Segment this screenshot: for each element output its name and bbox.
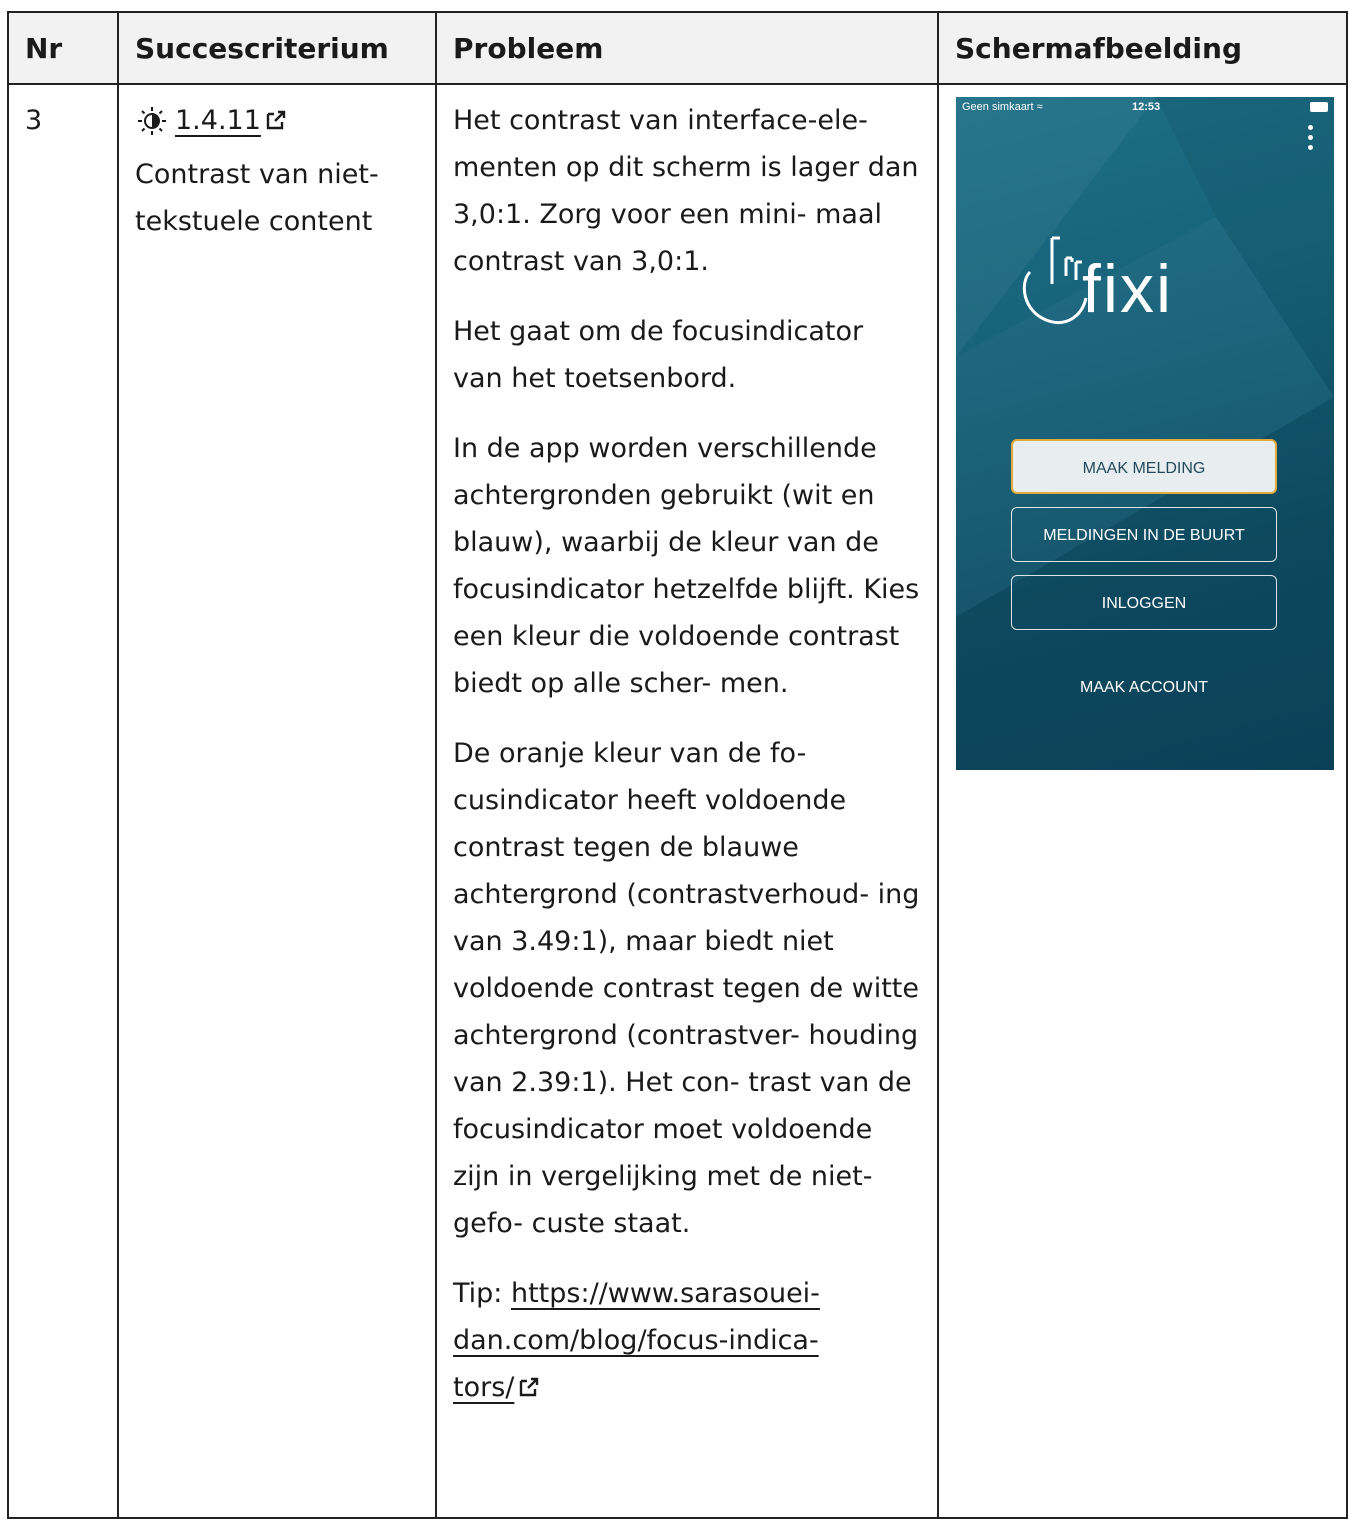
- header-criterion: Succescriterium: [117, 11, 437, 85]
- header-problem: Probleem: [435, 11, 939, 85]
- maak-account-link[interactable]: MAAK ACCOUNT: [1011, 664, 1277, 711]
- external-link-icon: [266, 110, 286, 130]
- cell-screenshot: Geen simkaart ≈ 12:53 fixi MAAK MELDING …: [937, 83, 1348, 1519]
- more-menu-icon[interactable]: [1308, 125, 1314, 155]
- app-screenshot: Geen simkaart ≈ 12:53 fixi MAAK MELDING …: [956, 97, 1334, 770]
- header-nr: Nr: [7, 11, 119, 85]
- carrier-label: Geen simkaart ≈: [962, 101, 1043, 113]
- tip-label: Tip:: [453, 1278, 511, 1309]
- maak-melding-button[interactable]: MAAK MELDING: [1011, 439, 1277, 494]
- logo-text: fixi: [1082, 251, 1174, 327]
- wifi-icon: ≈: [1036, 101, 1043, 113]
- problem-paragraph-1: Het contrast van interface-ele- menten o…: [453, 105, 919, 277]
- status-time: 12:53: [1132, 101, 1161, 113]
- cell-nr: 3: [7, 83, 119, 1519]
- row-number: 3: [25, 105, 43, 136]
- cell-criterion: 1.4.11 Contrast van niet- tekstuele cont…: [117, 83, 437, 1519]
- criterion-reference: 1.4.11: [135, 97, 287, 144]
- problem-paragraph-4: De oranje kleur van de fo- cusindicator …: [453, 738, 920, 1239]
- criterion-name-line1: Contrast van niet-: [135, 158, 379, 190]
- inloggen-button[interactable]: INLOGGEN: [1011, 575, 1277, 630]
- battery-icon: [1310, 102, 1328, 112]
- meldingen-in-de-buurt-button[interactable]: MELDINGEN IN DE BUURT: [1011, 507, 1277, 562]
- problem-paragraph-3: In de app worden verschillende achtergro…: [453, 433, 920, 699]
- header-screenshot: Schermafbeelding: [937, 11, 1348, 85]
- cell-problem: Het contrast van interface-ele- menten o…: [435, 83, 939, 1519]
- criterion-name-line2: tekstuele content: [135, 205, 373, 237]
- status-bar: Geen simkaart ≈ 12:53: [962, 99, 1328, 115]
- problem-paragraph-2: Het gaat om de focusindicator van het to…: [453, 316, 864, 394]
- tip-paragraph: Tip: https://www.sarasouei-dan.com/blog/…: [453, 1270, 921, 1411]
- audit-table: Nr Succescriterium Probleem Schermafbeel…: [7, 11, 1348, 1519]
- table-row: 3 1.4.11 Contrast van niet- tekstuele co…: [7, 83, 1348, 1519]
- contrast-icon: [138, 106, 166, 135]
- external-link-icon: [520, 1377, 539, 1397]
- header-row: Nr Succescriterium Probleem Schermafbeel…: [7, 11, 1348, 85]
- criterion-link[interactable]: 1.4.11: [175, 97, 287, 144]
